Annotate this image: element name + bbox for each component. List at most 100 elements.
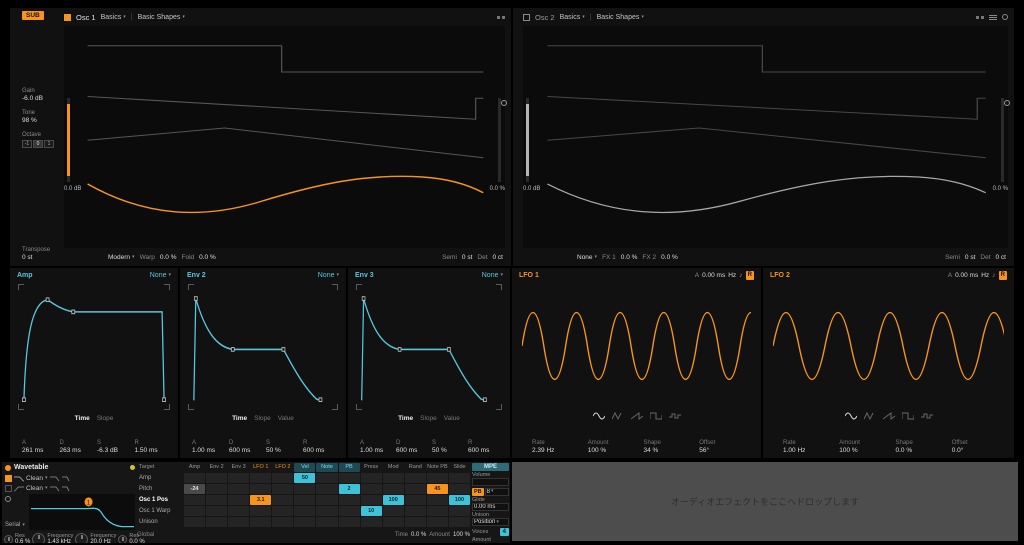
lfo1-attack-value[interactable]: 0.00 ms: [702, 272, 725, 279]
tab-value[interactable]: Value: [444, 415, 460, 422]
matrix-source-header[interactable]: Env 3: [228, 463, 249, 472]
matrix-cell[interactable]: [383, 484, 404, 494]
matrix-cell[interactable]: [206, 517, 227, 527]
matrix-source-header[interactable]: Env 2: [206, 463, 227, 472]
osc2-category-dropdown[interactable]: Basics▾: [560, 14, 585, 21]
osc2-gain-value[interactable]: 0.0 dB: [523, 186, 540, 192]
sub-tone[interactable]: Tone 98 %: [22, 110, 64, 124]
matrix-cell[interactable]: [228, 484, 249, 494]
glide-time[interactable]: 0.00 ms: [472, 503, 509, 511]
lfo2-waveform[interactable]: [773, 286, 1004, 406]
matrix-cell[interactable]: [361, 517, 382, 527]
matrix-cell[interactable]: [206, 473, 227, 483]
matrix-cell[interactable]: [449, 473, 470, 483]
filter-link-icon[interactable]: [5, 496, 11, 502]
filter2-circuit-dropdown[interactable]: Clean▾: [26, 485, 48, 492]
osc1-category-dropdown[interactable]: Basics▾: [101, 14, 126, 21]
filter1-frequency-knob[interactable]: [32, 533, 45, 544]
matrix-source-header[interactable]: Mod: [383, 463, 404, 472]
lfo2-retrigger-button[interactable]: R: [999, 271, 1007, 280]
osc1-gain-slider[interactable]: [67, 98, 70, 182]
env-param[interactable]: D600 ms: [229, 440, 266, 454]
lfo-shape-triangle-icon[interactable]: [612, 412, 624, 420]
osc1-detune-value[interactable]: 0 ct: [493, 254, 503, 261]
lfo-shape-square-icon[interactable]: [650, 412, 662, 420]
matrix-cell[interactable]: [184, 473, 205, 483]
env-param[interactable]: R600 ms: [303, 440, 340, 454]
matrix-source-header[interactable]: Vel: [294, 463, 315, 472]
osc2-semi-value[interactable]: 0 st: [965, 254, 975, 261]
slope-24db-icon[interactable]: [62, 485, 72, 492]
osc2-fx1-value[interactable]: 0.0 %: [621, 254, 638, 261]
octave-plus-button[interactable]: 1: [44, 140, 54, 148]
matrix-cell[interactable]: [339, 506, 360, 516]
matrix-cell[interactable]: 3.1: [250, 495, 271, 505]
unison-mode-dropdown[interactable]: Position▾: [472, 518, 509, 526]
lfo2-attack-value[interactable]: 0.00 ms: [955, 272, 978, 279]
tab-time[interactable]: Time: [232, 415, 247, 422]
env2-loop-dropdown[interactable]: None▾: [318, 272, 339, 279]
filter2-frequency-knob[interactable]: [75, 533, 88, 544]
osc1-view-options-icon[interactable]: [497, 16, 505, 19]
hot-swap-icon[interactable]: [130, 465, 135, 470]
menu-icon[interactable]: [989, 15, 997, 20]
lfo-param[interactable]: Shape34 %: [644, 440, 700, 454]
filter1-res-knob[interactable]: [4, 535, 13, 544]
lfo-shape-saw-icon[interactable]: [883, 412, 895, 420]
matrix-cell[interactable]: [250, 506, 271, 516]
matrix-cell[interactable]: [316, 484, 337, 494]
matrix-cell[interactable]: [405, 506, 426, 516]
osc1-position-slider[interactable]: [498, 98, 501, 182]
matrix-cell[interactable]: [228, 506, 249, 516]
matrix-cell[interactable]: [383, 517, 404, 527]
tab-time[interactable]: Time: [75, 415, 90, 422]
osc1-enable-toggle[interactable]: [64, 14, 71, 21]
matrix-target-unison[interactable]: Unison: [137, 517, 183, 527]
osc2-position-value[interactable]: 0.0 %: [993, 186, 1008, 192]
octave-zero-button[interactable]: 0: [33, 140, 43, 148]
matrix-cell[interactable]: [228, 517, 249, 527]
matrix-source-header[interactable]: PB: [339, 463, 360, 472]
osc2-fx2-value[interactable]: 0.0 %: [661, 254, 678, 261]
matrix-cell[interactable]: [383, 506, 404, 516]
matrix-cell[interactable]: [272, 506, 293, 516]
filter1-res-control[interactable]: Res0.6 %: [4, 533, 30, 543]
lfo-shape-square-icon[interactable]: [902, 412, 914, 420]
matrix-cell[interactable]: [250, 484, 271, 494]
lfo-param[interactable]: Shape0.0 %: [896, 440, 952, 454]
tab-time[interactable]: Time: [398, 415, 413, 422]
sub-gain-value[interactable]: -6.0 dB: [22, 95, 64, 102]
env-param[interactable]: A261 ms: [22, 440, 60, 454]
audio-effect-drop-zone[interactable]: オーディオエフェクトをここへドロップします: [512, 462, 1018, 541]
matrix-cell[interactable]: [405, 495, 426, 505]
osc1-warp-value[interactable]: 0.0 %: [160, 254, 177, 261]
matrix-cell[interactable]: [272, 495, 293, 505]
matrix-cell[interactable]: [316, 495, 337, 505]
pitch-bend-range[interactable]: 8▾: [485, 488, 509, 496]
filter1-frequency-control[interactable]: Frequency1.43 kHz: [32, 533, 73, 544]
matrix-cell[interactable]: [250, 473, 271, 483]
osc2-effect-mode-dropdown[interactable]: None▾: [577, 254, 597, 261]
osc2-wavetable-display[interactable]: 0.0 dB 0.0 %: [523, 26, 1008, 248]
matrix-target-osc-1-warp[interactable]: Osc 1 Warp: [137, 506, 183, 516]
matrix-source-header[interactable]: Rand: [405, 463, 426, 472]
volume-slider[interactable]: -8.0 dB: [472, 478, 509, 486]
osc2-position-handle[interactable]: [1004, 100, 1010, 106]
mpe-tab[interactable]: MPE: [472, 463, 509, 471]
osc1-wavetable-dropdown[interactable]: Basic Shapes▾: [138, 14, 185, 21]
sub-tab[interactable]: SUB: [22, 11, 44, 20]
matrix-cell[interactable]: [294, 495, 315, 505]
env-param[interactable]: D263 ms: [60, 440, 98, 454]
matrix-target-osc-1-pos[interactable]: Osc 1 Pos: [137, 495, 183, 505]
tab-slope[interactable]: Slope: [254, 415, 271, 422]
sub-tone-value[interactable]: 98 %: [22, 117, 64, 124]
filter2-enable-checkbox[interactable]: [5, 485, 12, 492]
matrix-cell[interactable]: [316, 473, 337, 483]
matrix-cell[interactable]: 50: [294, 473, 315, 483]
matrix-cell[interactable]: 45: [427, 484, 448, 494]
tab-value[interactable]: Value: [278, 415, 294, 422]
matrix-cell[interactable]: [316, 517, 337, 527]
env-param[interactable]: R600 ms: [468, 440, 504, 454]
matrix-cell[interactable]: [339, 495, 360, 505]
matrix-cell[interactable]: [405, 517, 426, 527]
